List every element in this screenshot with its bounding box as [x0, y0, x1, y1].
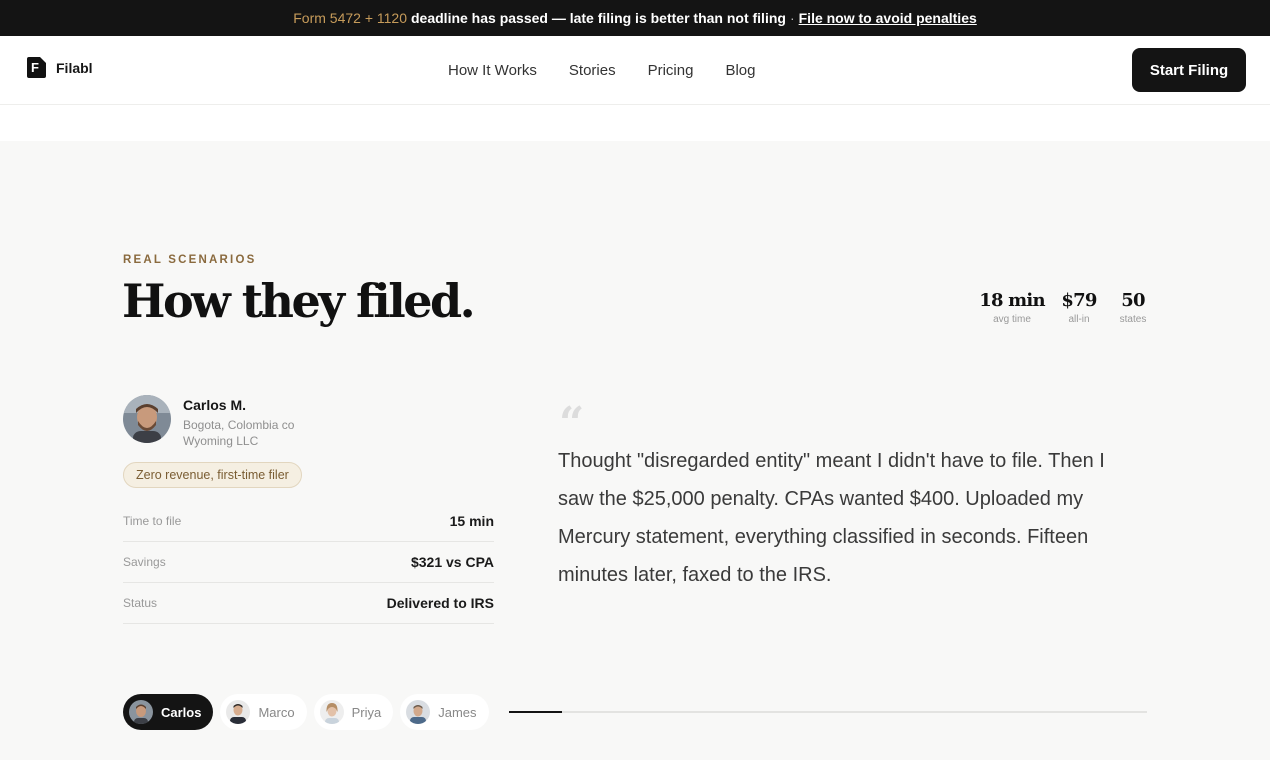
- logo-icon: [27, 57, 46, 78]
- section-headline: How they filed.: [122, 274, 476, 328]
- banner-form-text: Form 5472 + 1120: [293, 10, 407, 26]
- tab-label: Marco: [258, 704, 295, 720]
- metric-row: Time to file 15 min: [123, 501, 494, 542]
- banner-file-now-link[interactable]: File now to avoid penalties: [799, 10, 977, 26]
- nav-link-how-it-works[interactable]: How It Works: [448, 62, 537, 79]
- story-location: Bogota, Colombia co: [183, 418, 295, 432]
- tab-priya[interactable]: Priya: [313, 694, 394, 730]
- metric-row: Savings $321 vs CPA: [123, 542, 494, 583]
- metric-label: Status: [123, 596, 158, 610]
- avatar: [123, 395, 171, 443]
- tab-james[interactable]: James: [400, 694, 489, 730]
- stat-value: 18 min: [979, 290, 1045, 311]
- metric-value: 15 min: [449, 513, 494, 529]
- stat-label: avg time: [993, 314, 1031, 325]
- logo[interactable]: Filabl: [27, 57, 93, 78]
- announcement-banner: Form 5472 + 1120 deadline has passed — l…: [0, 0, 1270, 36]
- stat-label: states: [1119, 314, 1147, 325]
- stat-states: 50 states: [1110, 290, 1156, 325]
- spacer-strip: [0, 105, 1270, 141]
- stat-value: $79: [1061, 290, 1097, 311]
- story-progress-fill: [509, 711, 562, 713]
- banner-separator: ·: [789, 10, 795, 26]
- tab-label: Priya: [351, 704, 382, 720]
- metric-label: Savings: [123, 555, 166, 569]
- story-metrics: Time to file 15 min Savings $321 vs CPA …: [123, 501, 494, 624]
- banner-message: deadline has passed — late filing is bet…: [411, 10, 786, 26]
- tab-marco[interactable]: Marco: [220, 694, 307, 730]
- stat-value: 50: [1121, 290, 1145, 311]
- metric-value: $321 vs CPA: [410, 554, 494, 570]
- avatar: [226, 700, 251, 724]
- stat-all-in: $79 all-in: [1048, 290, 1110, 325]
- scenario-tag: Zero revenue, first-time filer: [123, 462, 302, 488]
- testimonial-quote: Thought "disregarded entity" meant I did…: [558, 450, 1105, 586]
- story-progress-track: [509, 711, 1147, 713]
- top-navigation: Filabl How It Works Stories Pricing Blog…: [0, 36, 1270, 105]
- stat-avg-time: 18 min avg time: [976, 290, 1048, 325]
- avatar: [129, 700, 153, 724]
- logo-text: Filabl: [56, 59, 93, 76]
- start-filing-button[interactable]: Start Filing: [1132, 48, 1246, 92]
- avatar: [319, 700, 344, 724]
- tab-label: James: [438, 704, 477, 720]
- section-eyebrow: REAL SCENARIOS: [123, 254, 257, 266]
- story-company: Wyoming LLC: [183, 434, 259, 448]
- stats-summary: 18 min avg time $79 all-in 50 states: [976, 290, 1156, 325]
- nav-links: How It Works Stories Pricing Blog: [448, 62, 787, 79]
- tab-label: Carlos: [161, 704, 202, 720]
- nav-link-blog[interactable]: Blog: [725, 62, 755, 79]
- nav-link-pricing[interactable]: Pricing: [648, 62, 694, 79]
- story-tabs: Carlos Marco Priya James: [123, 694, 489, 730]
- story-profile: Carlos M. Bogota, Colombia co Wyoming LL…: [123, 395, 294, 449]
- metric-value: Delivered to IRS: [386, 595, 494, 611]
- story-name: Carlos M.: [183, 397, 247, 413]
- metric-label: Time to file: [123, 514, 182, 528]
- nav-link-stories[interactable]: Stories: [569, 62, 616, 79]
- stat-label: all-in: [1068, 314, 1090, 325]
- avatar: [406, 700, 431, 724]
- tab-carlos[interactable]: Carlos: [123, 694, 214, 730]
- metric-row: Status Delivered to IRS: [123, 583, 494, 624]
